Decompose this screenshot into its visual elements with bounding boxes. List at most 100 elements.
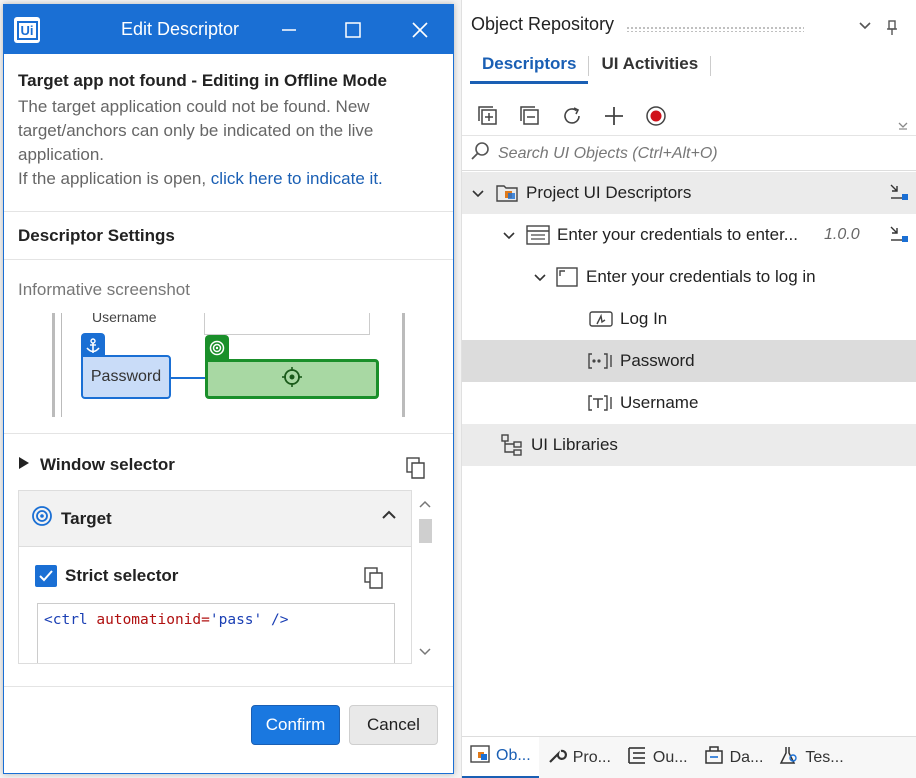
record-icon[interactable] bbox=[640, 100, 672, 132]
object-repository-panel: Object Repository Descriptors UI Activit… bbox=[461, 0, 916, 778]
offline-prompt-line: If the application is open, click here t… bbox=[18, 167, 438, 191]
caret-right-icon bbox=[18, 455, 30, 475]
add-icon[interactable] bbox=[598, 100, 630, 132]
wrench-icon bbox=[547, 745, 567, 770]
bottom-panel-tabs: Ob... Pro... Ou... Da... Tes... bbox=[462, 736, 916, 778]
pin-icon[interactable] bbox=[886, 20, 898, 39]
toolbar-overflow-chevron-icon[interactable] bbox=[898, 120, 908, 133]
tab-data-manager[interactable]: Da... bbox=[696, 737, 772, 778]
divider bbox=[4, 433, 453, 434]
target-icon bbox=[31, 505, 53, 532]
tree-label: Enter your credentials to log in bbox=[586, 267, 816, 286]
tree-item-password[interactable]: Password bbox=[462, 340, 916, 382]
tree-label: Log In bbox=[620, 309, 668, 328]
offline-description: The target application could not be foun… bbox=[18, 97, 374, 164]
tab-ui-activities[interactable]: UI Activities bbox=[589, 52, 710, 84]
dialog-title: Edit Descriptor bbox=[121, 19, 240, 39]
object-repository-icon bbox=[470, 744, 490, 768]
tab-outline[interactable]: Ou... bbox=[619, 737, 696, 778]
anchor-link-line bbox=[171, 377, 207, 379]
tab-test-explorer[interactable]: Tes... bbox=[771, 737, 851, 778]
selector-tag-close: /> bbox=[271, 612, 289, 628]
tree-item-username[interactable]: Username bbox=[462, 382, 916, 424]
window-selector-toggle[interactable]: Window selector bbox=[18, 455, 175, 475]
strict-selector-checkbox[interactable] bbox=[35, 565, 57, 587]
window-selector-label: Window selector bbox=[40, 455, 175, 474]
search-ui-objects-input[interactable]: Search UI Objects (Ctrl+Alt+O) bbox=[462, 137, 916, 171]
bottom-tab-label: Pro... bbox=[572, 748, 611, 766]
sort-icon[interactable] bbox=[889, 224, 909, 249]
selector-attribute: automationid= bbox=[96, 612, 210, 628]
dialog-titlebar[interactable]: Ui Edit Descriptor bbox=[4, 5, 453, 54]
search-placeholder: Search UI Objects (Ctrl+Alt+O) bbox=[498, 144, 718, 162]
divider bbox=[4, 211, 453, 212]
anchor-password-label: Password bbox=[81, 355, 171, 399]
tab-descriptors[interactable]: Descriptors bbox=[470, 52, 589, 84]
tree-label: UI Libraries bbox=[531, 435, 618, 454]
expand-all-icon[interactable] bbox=[472, 100, 504, 132]
sort-icon[interactable] bbox=[889, 182, 909, 207]
refresh-icon[interactable] bbox=[556, 100, 588, 132]
uipath-logo-icon: Ui bbox=[14, 17, 40, 43]
tree-item-application[interactable]: Enter your credentials to enter... 1.0.0 bbox=[462, 214, 916, 256]
scroll-down-icon[interactable] bbox=[416, 645, 434, 659]
tab-object-repository[interactable]: Ob... bbox=[462, 736, 539, 778]
tree-item-screen[interactable]: Enter your credentials to log in bbox=[462, 256, 916, 298]
repository-title: Object Repository bbox=[471, 13, 615, 34]
close-icon[interactable] bbox=[405, 15, 435, 45]
target-section-header[interactable]: Target bbox=[19, 491, 411, 547]
password-field-icon bbox=[588, 350, 614, 372]
settings-scrollbar[interactable] bbox=[416, 493, 434, 663]
tree-label: Password bbox=[620, 351, 695, 370]
tab-properties[interactable]: Pro... bbox=[539, 737, 619, 778]
panel-drag-grip[interactable] bbox=[626, 26, 804, 32]
bottom-tab-label: Tes... bbox=[805, 748, 844, 766]
project-icon bbox=[494, 182, 520, 204]
edit-descriptor-dialog: Ui Edit Descriptor Target app not found … bbox=[3, 4, 454, 774]
tree-item-log-in[interactable]: Log In bbox=[462, 298, 916, 340]
tree-label: Project UI Descriptors bbox=[526, 183, 692, 202]
tree-label: Enter your credentials to enter... bbox=[557, 225, 798, 244]
tree-item-ui-libraries[interactable]: UI Libraries bbox=[462, 424, 916, 466]
repository-toolbar bbox=[472, 100, 672, 132]
offline-prompt: If the application is open, bbox=[18, 169, 211, 188]
bottom-tab-label: Ob... bbox=[496, 747, 531, 764]
maximize-icon[interactable] bbox=[338, 15, 368, 45]
outline-icon bbox=[627, 745, 647, 770]
minimize-icon[interactable] bbox=[274, 15, 304, 45]
screen-icon bbox=[554, 266, 580, 288]
text-field-icon bbox=[588, 392, 614, 414]
screenshot-username-label: Username bbox=[92, 313, 157, 325]
crosshair-icon bbox=[281, 366, 303, 393]
selector-editor[interactable]: <ctrl automationid='pass' /> bbox=[37, 603, 395, 663]
version-label: 1.0.0 bbox=[824, 226, 860, 243]
test-flask-icon bbox=[779, 745, 799, 770]
chevron-down-icon[interactable] bbox=[532, 269, 548, 285]
copy-icon[interactable] bbox=[406, 457, 426, 484]
strict-selector-option[interactable]: Strict selector bbox=[35, 565, 178, 587]
target-element-box bbox=[205, 359, 379, 399]
tree-item-project[interactable]: Project UI Descriptors bbox=[462, 172, 916, 214]
collapse-all-icon[interactable] bbox=[514, 100, 546, 132]
bottom-tab-label: Da... bbox=[729, 748, 764, 766]
copy-icon[interactable] bbox=[364, 567, 384, 594]
confirm-button[interactable]: Confirm bbox=[251, 705, 340, 745]
screenshot-edge bbox=[61, 313, 62, 417]
indicate-link[interactable]: click here to indicate it. bbox=[211, 169, 383, 188]
offline-mode-notice: Target app not found - Editing in Offlin… bbox=[18, 71, 438, 191]
scroll-up-icon[interactable] bbox=[416, 497, 434, 511]
scrollbar-thumb[interactable] bbox=[419, 519, 432, 543]
target-badge-icon bbox=[205, 335, 229, 361]
chevron-up-icon[interactable] bbox=[381, 507, 397, 525]
cancel-button[interactable]: Cancel bbox=[349, 705, 438, 745]
tree-label: Username bbox=[620, 393, 699, 412]
panel-options-chevron-icon[interactable] bbox=[858, 18, 872, 34]
chevron-down-icon[interactable] bbox=[470, 185, 486, 201]
screenshot-username-field bbox=[204, 313, 370, 335]
chevron-down-icon[interactable] bbox=[501, 227, 517, 243]
strict-selector-label: Strict selector bbox=[65, 566, 179, 585]
data-manager-icon bbox=[704, 745, 724, 770]
divider bbox=[4, 686, 453, 687]
repository-header: Object Repository bbox=[462, 0, 916, 48]
screenshot-edge bbox=[52, 313, 55, 417]
